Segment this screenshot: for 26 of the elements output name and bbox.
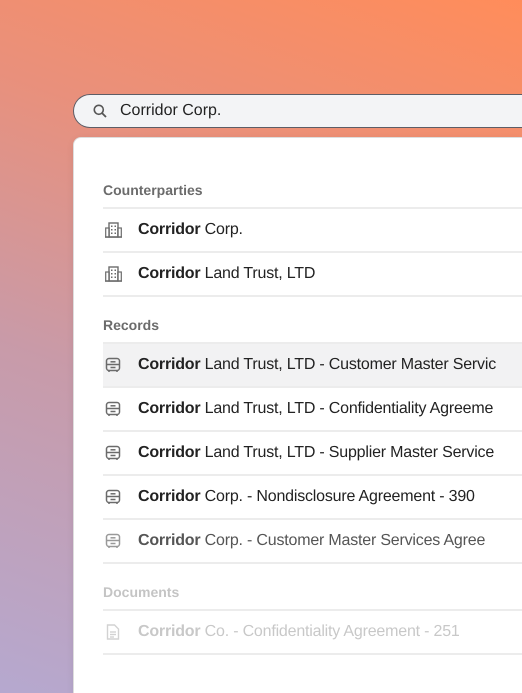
result-label: Corridor Corp. - Nondisclosure Agreement - 390: [138, 488, 475, 506]
result-label: Corridor Corp.: [138, 221, 243, 239]
result-item[interactable]: Corridor Land Trust, LTD - Customer Master Servic: [103, 344, 522, 388]
archive-icon: [105, 445, 121, 461]
result-item[interactable]: Corridor Land Trust, LTD - Supplier Master Service: [103, 432, 522, 476]
result-item[interactable]: Corridor Corp.: [103, 209, 522, 253]
building-icon: [104, 266, 122, 282]
result-item[interactable]: Corridor Land Trust, LTD: [103, 253, 522, 297]
search-field[interactable]: Corridor Corp.: [73, 94, 522, 128]
archive-icon: [105, 489, 121, 505]
building-icon: [104, 222, 122, 238]
result-item[interactable]: Corridor Corp. - Nondisclosure Agreement - 390: [103, 476, 522, 520]
result-item[interactable]: Corridor Corp. - Customer Master Services Agree: [103, 520, 522, 564]
archive-icon: [105, 401, 121, 417]
section-heading: Documents: [103, 584, 522, 611]
document-icon: [106, 624, 120, 640]
result-label: Corridor Land Trust, LTD - Supplier Master Service: [138, 444, 494, 462]
result-label: Corridor Land Trust, LTD - Confidentiality Agreeme: [138, 400, 494, 418]
result-label: Corridor Land Trust, LTD - Customer Master Servic: [138, 356, 496, 374]
result-item[interactable]: Corridor Land Trust, LTD - Confidentiality Agreeme: [103, 388, 522, 432]
search-icon: [93, 104, 107, 118]
result-label: Corridor Land Trust, LTD: [138, 265, 316, 283]
result-label: Corridor Corp. - Customer Master Services Agree: [138, 532, 486, 550]
archive-icon: [105, 357, 121, 373]
section-heading: Counterparties: [103, 182, 522, 209]
archive-icon: [105, 533, 121, 549]
